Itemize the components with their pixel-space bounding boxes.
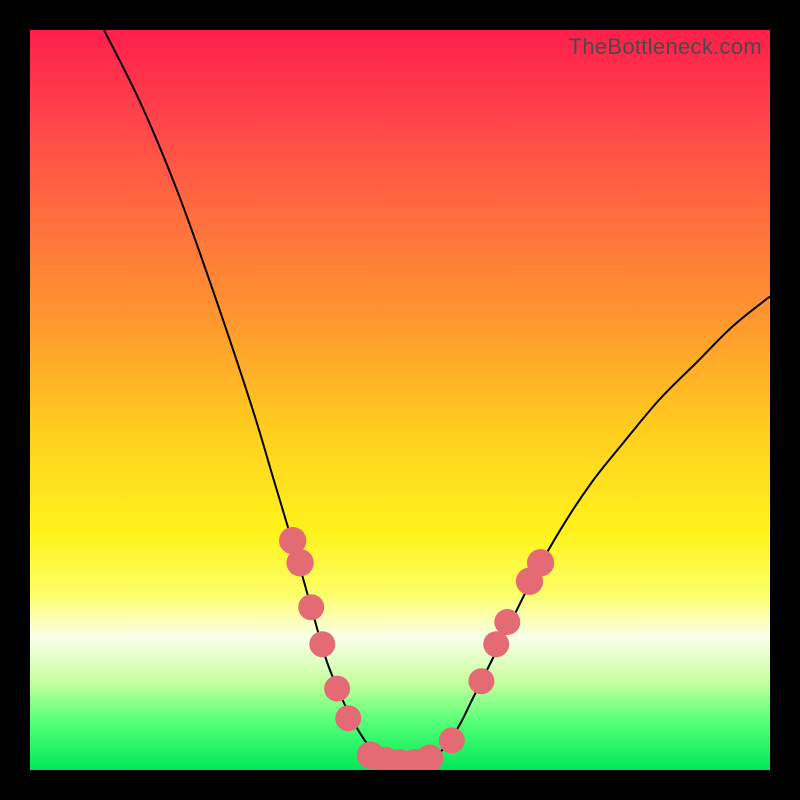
data-markers	[279, 527, 554, 770]
bottleneck-curve	[104, 30, 770, 763]
data-marker	[286, 549, 313, 576]
data-marker	[439, 727, 465, 753]
data-marker	[335, 705, 361, 731]
data-marker	[416, 745, 443, 770]
plot-area: TheBottleneck.com	[30, 30, 770, 770]
data-marker	[324, 676, 350, 702]
data-marker	[483, 631, 509, 657]
data-marker	[527, 549, 554, 576]
data-marker	[298, 594, 324, 620]
data-marker	[309, 631, 335, 657]
data-marker	[468, 668, 494, 694]
chart-frame: TheBottleneck.com	[0, 0, 800, 800]
chart-svg	[30, 30, 770, 770]
data-marker	[494, 609, 520, 635]
